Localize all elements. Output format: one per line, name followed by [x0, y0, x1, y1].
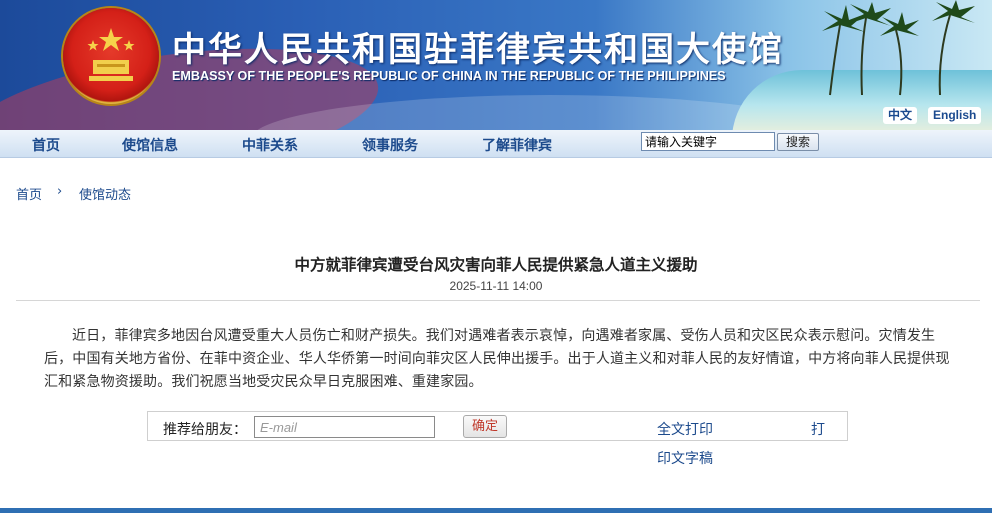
main-nav: 首页 使馆信息 中菲关系 领事服务 了解菲律宾 搜索: [0, 130, 992, 158]
lang-english-link[interactable]: English: [928, 107, 982, 124]
nav-item-embassy-info[interactable]: 使馆信息: [122, 135, 178, 155]
nav-item-relations[interactable]: 中菲关系: [242, 135, 298, 155]
nav-item-home[interactable]: 首页: [32, 135, 60, 155]
confirm-button[interactable]: 确定: [463, 415, 507, 438]
lang-chinese-link[interactable]: 中文: [883, 107, 917, 124]
palm-trees-icon: [822, 0, 975, 96]
embassy-title-en: EMBASSY OF THE PEOPLE'S REPUBLIC OF CHIN…: [172, 69, 726, 83]
recommend-label: 推荐给朋友：: [163, 422, 247, 438]
print-draft-link-continued[interactable]: 印文字稿: [657, 448, 713, 468]
header-banner: 中华人民共和国驻菲律宾共和国大使馆 EMBASSY OF THE PEOPLE'…: [0, 0, 992, 130]
divider: [16, 300, 980, 301]
nav-item-consular[interactable]: 领事服务: [362, 135, 418, 155]
breadcrumb-home[interactable]: 首页: [16, 184, 42, 203]
search-button[interactable]: 搜索: [777, 133, 819, 151]
print-draft-link[interactable]: 打: [811, 419, 825, 439]
nav-item-about-philippines[interactable]: 了解菲律宾: [482, 135, 552, 155]
footer-bar: [0, 508, 992, 513]
article-title: 中方就菲律宾遭受台风灾害向菲人民提供紧急人道主义援助: [294, 256, 698, 274]
search-input[interactable]: [641, 132, 775, 151]
article-date: 2025-11-11 14:00: [449, 279, 543, 293]
chevron-right-icon: ›: [57, 184, 63, 199]
national-emblem-icon: [63, 8, 159, 104]
article-body: 近日，菲律宾多地因台风遭受重大人员伤亡和财产损失。我们对遇难者表示哀悼，向遇难者…: [44, 328, 950, 390]
breadcrumb-current[interactable]: 使馆动态: [79, 184, 131, 203]
email-field[interactable]: [254, 416, 435, 438]
print-full-text-link[interactable]: 全文打印: [657, 419, 713, 439]
embassy-title-cn: 中华人民共和国驻菲律宾共和国大使馆: [172, 30, 784, 70]
